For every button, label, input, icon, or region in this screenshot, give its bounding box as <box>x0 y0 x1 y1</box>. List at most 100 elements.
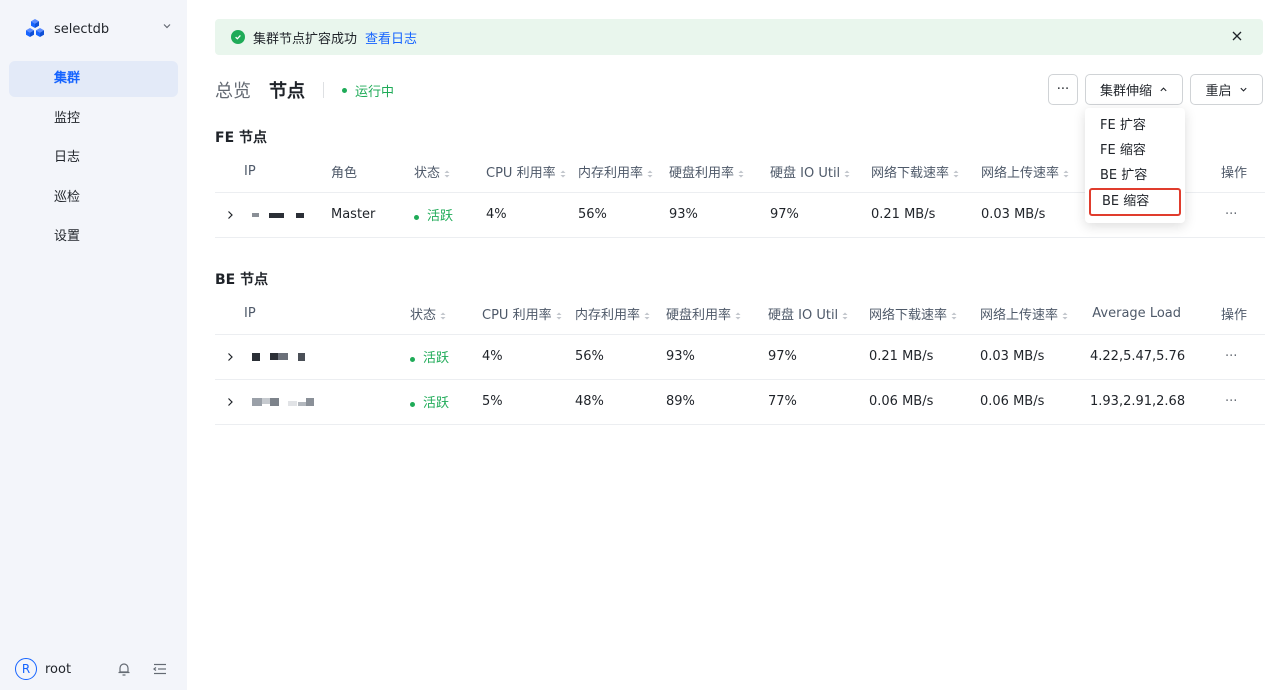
up-cell: 0.03 MB/s <box>980 334 1090 380</box>
load-cell: 4.22,5.47,5.76 <box>1090 334 1193 380</box>
load-cell: 1.93,2.91,2.68 <box>1090 379 1193 425</box>
menu-item-fe-scale-out[interactable]: FE 扩容 <box>1085 113 1185 138</box>
table-row: 活跃 5% 48% 89% 77% 0.06 MB/s 0.06 MB/s 1.… <box>215 379 1265 425</box>
status-cell: 活跃 <box>414 192 486 238</box>
cluster-status-badge: 运行中 <box>342 81 394 100</box>
sidebar-item-monitor[interactable]: 监控 <box>9 101 178 137</box>
check-circle-icon <box>231 30 245 44</box>
sort-icon <box>1063 170 1069 178</box>
row-actions-button[interactable]: ··· <box>1193 192 1265 238</box>
col-disk-io[interactable]: 硬盘 IO Util <box>768 294 869 335</box>
col-net-down[interactable]: 网络下载速率 <box>871 152 981 193</box>
sidebar-item-logs[interactable]: 日志 <box>9 140 178 176</box>
col-disk[interactable]: 硬盘利用率 <box>669 152 770 193</box>
masked-ip <box>252 397 315 406</box>
io-cell: 97% <box>770 192 871 238</box>
sort-icon <box>560 170 566 178</box>
col-disk[interactable]: 硬盘利用率 <box>666 294 768 335</box>
disk-cell: 93% <box>666 334 768 380</box>
sidebar-item-settings[interactable]: 设置 <box>9 219 178 255</box>
ip-cell <box>215 192 331 238</box>
col-status[interactable]: 状态 <box>410 294 482 335</box>
cluster-status-text: 运行中 <box>355 84 395 100</box>
tab-overview[interactable]: 总览 <box>215 77 251 103</box>
col-net-up[interactable]: 网络上传速率 <box>980 294 1090 335</box>
table-row: 活跃 4% 56% 93% 97% 0.21 MB/s 0.03 MB/s 4.… <box>215 334 1265 380</box>
cpu-cell: 5% <box>482 379 575 425</box>
chevron-right-icon[interactable] <box>227 397 234 407</box>
status-dot <box>342 87 347 93</box>
col-net-down[interactable]: 网络下载速率 <box>869 294 980 335</box>
ip-cell <box>215 334 410 380</box>
col-memory[interactable]: 内存利用率 <box>575 294 666 335</box>
sidebar-item-cluster[interactable]: 集群 <box>9 61 178 97</box>
col-status[interactable]: 状态 <box>414 152 486 193</box>
workspace-switcher[interactable]: selectdb <box>24 18 172 40</box>
col-ip: IP <box>215 152 331 193</box>
row-actions-button[interactable]: ··· <box>1193 379 1265 425</box>
menu-item-fe-scale-in[interactable]: FE 缩容 <box>1085 138 1185 163</box>
scale-dropdown-menu: FE 扩容 FE 缩容 BE 扩容 BE 缩容 <box>1085 108 1185 223</box>
cpu-cell: 4% <box>486 192 578 238</box>
sort-icon <box>735 312 741 320</box>
cluster-scale-label: 集群伸缩 <box>1099 84 1152 99</box>
restart-button[interactable]: 重启 <box>1190 74 1263 105</box>
mem-cell: 56% <box>578 192 669 238</box>
col-net-up[interactable]: 网络上传速率 <box>981 152 1087 193</box>
restart-label: 重启 <box>1205 84 1232 99</box>
sort-icon <box>644 312 650 320</box>
sort-icon <box>738 170 744 178</box>
sort-icon <box>440 312 446 320</box>
user-footer: R root <box>15 658 175 680</box>
brand-name: selectdb <box>54 21 110 37</box>
row-actions-button[interactable]: ··· <box>1193 334 1265 380</box>
sort-icon <box>951 312 957 320</box>
status-cell: 活跃 <box>410 379 482 425</box>
col-cpu[interactable]: CPU 利用率 <box>482 294 575 335</box>
col-cpu[interactable]: CPU 利用率 <box>486 152 578 193</box>
avatar[interactable]: R <box>15 658 37 680</box>
fe-section-title: FE 节点 <box>215 130 268 146</box>
chevron-down-icon <box>163 24 171 29</box>
cpu-cell: 4% <box>482 334 575 380</box>
user-name[interactable]: root <box>45 662 71 677</box>
chevron-right-icon[interactable] <box>227 210 234 220</box>
up-cell: 0.06 MB/s <box>980 379 1090 425</box>
be-node-table: IP 状态 CPU 利用率 内存利用率 硬盘利用率 硬盘 IO Util 网络下… <box>215 294 1265 425</box>
col-role: 角色 <box>331 152 414 193</box>
chevron-right-icon[interactable] <box>227 352 234 362</box>
menu-item-be-scale-out[interactable]: BE 扩容 <box>1085 163 1185 188</box>
bell-icon[interactable] <box>115 660 133 678</box>
sort-icon <box>556 312 562 320</box>
sort-icon <box>842 312 848 320</box>
ip-cell <box>215 379 410 425</box>
be-section-title: BE 节点 <box>215 272 269 288</box>
sort-icon <box>647 170 653 178</box>
sort-icon <box>953 170 959 178</box>
more-actions-button[interactable]: ··· <box>1048 74 1078 105</box>
main-content: 集群节点扩容成功 查看日志 总览 节点 运行中 ··· 集群伸缩 重启 FE 扩… <box>215 0 1265 690</box>
toast-message: 集群节点扩容成功 <box>253 31 358 47</box>
close-icon[interactable] <box>1229 28 1245 44</box>
table-header-row: IP 状态 CPU 利用率 内存利用率 硬盘利用率 硬盘 IO Util 网络下… <box>215 294 1265 335</box>
view-log-link[interactable]: 查看日志 <box>365 28 417 47</box>
sidebar: selectdb 集群 监控 日志 巡检 设置 R root <box>0 0 187 690</box>
tab-nodes[interactable]: 节点 <box>269 77 305 103</box>
masked-ip <box>252 352 306 361</box>
tab-divider <box>323 82 324 98</box>
success-toast: 集群节点扩容成功 查看日志 <box>215 19 1263 55</box>
menu-item-be-scale-in[interactable]: BE 缩容 <box>1089 188 1181 216</box>
mem-cell: 56% <box>575 334 666 380</box>
cubes-logo-icon <box>26 19 44 37</box>
chevron-down-icon <box>1239 87 1247 92</box>
cluster-scale-button[interactable]: 集群伸缩 <box>1085 74 1183 105</box>
col-memory[interactable]: 内存利用率 <box>578 152 669 193</box>
menu-collapse-icon[interactable] <box>151 660 169 678</box>
mem-cell: 48% <box>575 379 666 425</box>
down-cell: 0.21 MB/s <box>871 192 981 238</box>
col-disk-io[interactable]: 硬盘 IO Util <box>770 152 871 193</box>
sidebar-item-inspection[interactable]: 巡检 <box>9 180 178 216</box>
role-cell: Master <box>331 192 414 238</box>
sidebar-nav: 集群 监控 日志 巡检 设置 <box>9 61 178 259</box>
sort-icon <box>444 170 450 178</box>
